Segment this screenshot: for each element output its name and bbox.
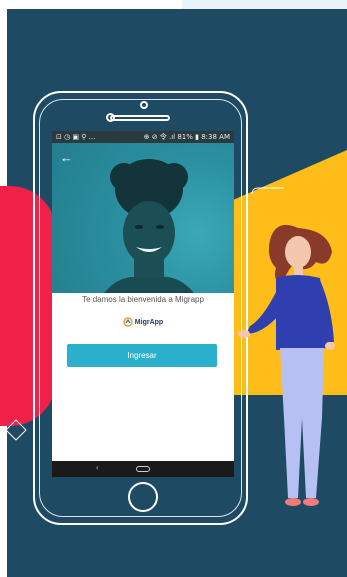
status-left-icons: ⊡ ◷ ▣ ⚲ ... xyxy=(56,133,96,141)
home-button[interactable] xyxy=(128,482,158,512)
status-bar: ⊡ ◷ ▣ ⚲ ... ⊕ ⊘ 令 .ıl 81% ▮ 8:38 AM xyxy=(52,131,234,143)
speaker-grille xyxy=(110,115,170,121)
promo-stage: ⊡ ◷ ▣ ⚲ ... ⊕ ⊘ 令 .ıl 81% ▮ 8:38 AM ← Te… xyxy=(0,0,347,577)
logo-text: MigrApp xyxy=(134,318,164,326)
nav-home-icon[interactable] xyxy=(136,466,150,472)
login-button[interactable]: Ingresar xyxy=(67,344,217,367)
migrapp-logo-icon xyxy=(123,317,133,327)
android-nav-bar: ‹ xyxy=(52,461,234,477)
woman-illustration xyxy=(238,224,335,506)
portrait-image xyxy=(104,159,194,293)
status-right-info: ⊕ ⊘ 令 .ıl 81% ▮ 8:38 AM xyxy=(143,133,230,141)
camera-dot-icon xyxy=(140,101,148,109)
hero-image: ← xyxy=(52,143,234,293)
arrow-left-icon[interactable]: ← xyxy=(60,151,74,165)
nav-back-icon[interactable]: ‹ xyxy=(96,463,99,472)
welcome-text: Te damos la bienvenida a Migrapp xyxy=(82,295,204,304)
phone-screen: ⊡ ◷ ▣ ⚲ ... ⊕ ⊘ 令 .ıl 81% ▮ 8:38 AM ← Te… xyxy=(52,131,234,477)
top-strip xyxy=(182,0,347,9)
logo: MigrApp xyxy=(52,317,234,327)
